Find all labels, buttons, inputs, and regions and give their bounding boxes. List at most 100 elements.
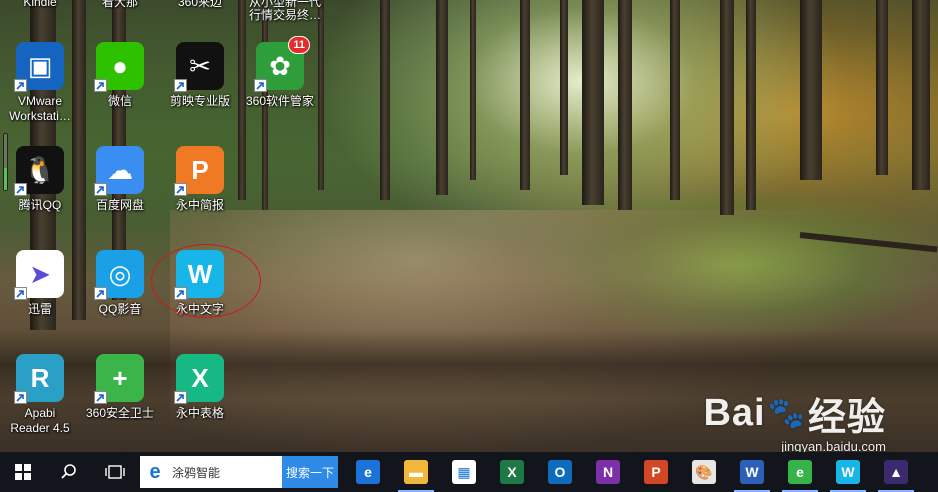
desktop-shortcut-label: VMware Workstati… <box>9 94 71 123</box>
taskbar-app-onenote[interactable]: N <box>584 452 632 492</box>
desktop-shortcut[interactable]: ✂ 剪映专业版 <box>160 42 240 142</box>
taskbar-pinned-apps: e ▬ ▦ X O N P 🎨 We W ▲ <box>344 452 920 492</box>
taskbar-app-store[interactable]: ▦ <box>440 452 488 492</box>
desktop-shortcut-label: 360安全卫士 <box>85 406 155 420</box>
shortcut-arrow-icon <box>14 79 27 92</box>
notification-badge: 11 <box>288 36 310 54</box>
start-button[interactable] <box>0 452 46 492</box>
taskbar-app-excel[interactable]: X <box>488 452 536 492</box>
word-icon: W <box>740 460 764 484</box>
tree-trunk <box>912 0 930 190</box>
file-explorer-icon: ▬ <box>404 460 428 484</box>
cut-label: 行情交易终… <box>248 8 321 22</box>
watermark-brand: Bai <box>703 392 766 434</box>
store-icon: ▦ <box>452 460 476 484</box>
360-software-manager-icon: ✿ 11 <box>254 36 310 92</box>
jianying-icon: ✂ <box>174 42 224 92</box>
desktop-shortcut-label: 微信 <box>107 94 132 108</box>
yozo-presentation-icon: P <box>174 146 224 196</box>
shortcut-arrow-icon <box>94 391 107 404</box>
apabi-reader-icon: R <box>14 354 64 404</box>
tree-trunk <box>746 0 756 210</box>
cut-label: 360来边 <box>177 0 223 9</box>
yozo-spreadsheet-icon: X <box>174 354 224 404</box>
taskbar-app-powerpoint[interactable]: P <box>632 452 680 492</box>
desktop-shortcut-label: QQ影音 <box>98 302 142 316</box>
tree-trunk <box>520 0 530 190</box>
search-button[interactable] <box>46 452 92 492</box>
desktop-shortcut[interactable]: R Apabi Reader 4.5 <box>0 354 80 454</box>
search-icon <box>61 464 76 479</box>
side-level-indicator[interactable] <box>3 133 8 191</box>
desktop-shortcut-label: 永中表格 <box>175 406 224 420</box>
edge-icon: e <box>356 460 380 484</box>
tree-trunk <box>800 0 822 180</box>
taskbar-app-outlook[interactable]: O <box>536 452 584 492</box>
desktop-shortcut[interactable]: +360安全卫士 <box>80 354 160 454</box>
xunlei-icon: ➤ <box>14 250 64 300</box>
tree-trunk <box>670 0 680 200</box>
tree-trunk <box>436 0 448 195</box>
desktop-shortcut[interactable]: ☁ 百度网盘 <box>80 146 160 246</box>
tree-trunk <box>876 0 888 175</box>
taskbar-app-photos[interactable]: ▲ <box>872 452 920 492</box>
excel-icon: X <box>500 460 524 484</box>
360-security-icon: + <box>94 354 144 404</box>
powerpoint-icon: P <box>644 460 668 484</box>
desktop-shortcut[interactable]: ▣ VMware Workstati… <box>0 42 80 142</box>
shortcut-arrow-icon <box>14 183 27 196</box>
taskbar-app-word[interactable]: W <box>728 452 776 492</box>
shortcut-arrow-icon <box>174 391 187 404</box>
onenote-icon: N <box>596 460 620 484</box>
yozo-office-icon: W <box>836 460 860 484</box>
taskbar: e 涂鸦智能 搜索一下 e ▬ ▦ X O N P 🎨 We W ▲ <box>0 452 938 492</box>
desktop-shortcut-label: 迅雷 <box>27 302 52 316</box>
photos-icon: ▲ <box>884 460 908 484</box>
desktop-shortcut[interactable]: X 永中表格 <box>160 354 240 454</box>
taskbar-app-360-browser[interactable]: e <box>776 452 824 492</box>
360-browser-icon: e <box>788 460 812 484</box>
desktop-shortcut[interactable]: 🐧 腾讯QQ <box>0 146 80 246</box>
task-view-icon <box>105 465 125 479</box>
baidu-netdisk-icon: ☁ <box>94 146 144 196</box>
qq-icon: 🐧 <box>14 146 64 196</box>
browser-e-icon: e <box>149 460 161 483</box>
qq-player-icon: ◎ <box>94 250 144 300</box>
tree-trunk <box>560 0 568 175</box>
taskbar-app-edge[interactable]: e <box>344 452 392 492</box>
desktop-shortcut-label: 剪映专业版 <box>169 94 230 108</box>
desktop-shortcut[interactable]: ✿ 11 360软件管家 <box>240 36 320 142</box>
tree-trunk <box>470 0 476 180</box>
desktop-shortcut-label: Apabi Reader 4.5 <box>10 406 70 435</box>
shortcut-arrow-icon <box>174 79 187 92</box>
annotation-circle-yongzhong-wenzi <box>151 244 261 318</box>
shortcut-arrow-icon <box>94 287 107 300</box>
search-text: 涂鸦智能 <box>172 465 221 480</box>
tree-trunk <box>582 0 604 205</box>
paw-icon: 🐾 <box>767 397 806 430</box>
shortcut-arrow-icon <box>174 183 187 196</box>
desktop-shortcut[interactable]: ➤ 迅雷 <box>0 250 80 350</box>
shortcut-arrow-icon <box>94 79 107 92</box>
wechat-icon: ● <box>94 42 144 92</box>
taskbar-app-file-explorer[interactable]: ▬ <box>392 452 440 492</box>
shortcut-arrow-icon <box>14 391 27 404</box>
desktop-shortcut[interactable]: ◎ QQ影音 <box>80 250 160 350</box>
desktop-shortcut[interactable]: P 永中简报 <box>160 146 240 246</box>
desktop-shortcut-label: 360软件管家 <box>245 94 315 108</box>
taskbar-app-paint[interactable]: 🎨 <box>680 452 728 492</box>
baidu-watermark: Bai 🐾 经验 jingyan.baidu.com <box>703 386 886 454</box>
paint-icon: 🎨 <box>692 460 716 484</box>
watermark-suffix: 经验 <box>807 397 886 439</box>
search-go-button[interactable]: 搜索一下 <box>282 456 338 488</box>
task-view-button[interactable] <box>92 452 138 492</box>
vmware-icon: ▣ <box>14 42 64 92</box>
tree-trunk <box>720 0 734 215</box>
taskbar-app-yozo-office[interactable]: W <box>824 452 872 492</box>
outlook-icon: O <box>548 460 572 484</box>
taskbar-search-box[interactable]: e 涂鸦智能 <box>140 456 282 488</box>
desktop-shortcut-label: 百度网盘 <box>95 198 144 212</box>
desktop-shortcut[interactable]: ● 微信 <box>80 42 160 142</box>
cut-label: Kindle <box>23 0 57 9</box>
desktop-shortcut-label: 永中简报 <box>175 198 224 212</box>
